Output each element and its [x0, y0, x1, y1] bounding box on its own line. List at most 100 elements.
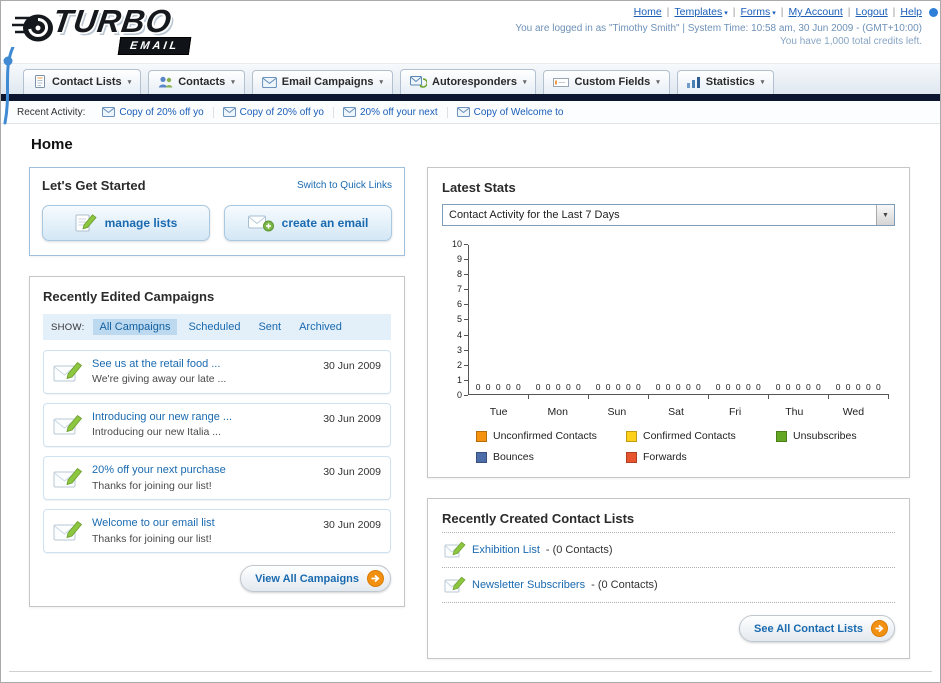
chart-columns: 0 0 0 0 0 0 0 0 0 0 0 0 0 0 0 0 0 0 0 0 0 0 … [469, 245, 889, 399]
legend-item: Bounces [476, 451, 626, 463]
logo: TURBO EMAIL [11, 3, 261, 61]
top-link-templates[interactable]: Templates ▾ [674, 6, 727, 18]
recent-activity-item-label: Copy of 20% off yo [119, 106, 204, 118]
recent-activity-item[interactable]: 20% off your next [334, 106, 448, 118]
separator: | [732, 6, 736, 18]
tab-statistics[interactable]: Statistics ▾ [676, 70, 775, 94]
filter-scheduled[interactable]: Scheduled [181, 319, 247, 335]
y-tick: 5 [457, 315, 468, 324]
legend-swatch [626, 430, 637, 442]
filter-archived[interactable]: Archived [292, 319, 349, 335]
chart-column: 0 0 0 0 0 [709, 245, 769, 399]
chart-column: 0 0 0 0 0 [469, 245, 529, 399]
top-link-label: Templates [674, 6, 723, 18]
campaign-row: Introducing our new range ... Introducing… [43, 403, 391, 448]
stats-period-select[interactable]: Contact Activity for the Last 7 Days ▼ [442, 204, 895, 226]
recent-activity-items: Copy of 20% off yo Copy of 20% off yo 20% … [93, 106, 573, 118]
manage-lists-button[interactable]: manage lists [42, 205, 210, 241]
top-link-my-account[interactable]: My Account [789, 6, 843, 18]
legend-label: Forwards [643, 451, 687, 463]
nav-divider-bar [1, 94, 940, 101]
see-all-contact-lists-button[interactable]: See All Contact Lists [738, 615, 895, 642]
envelope-pencil-icon [53, 467, 83, 490]
y-tick-label: 4 [456, 329, 462, 340]
contact-list-count: - (0 Contacts) [545, 544, 613, 556]
chart-y-axis: 10 9 8 7 6 5 4 3 2 1 0 [442, 240, 468, 400]
y-tick-mark [464, 394, 468, 396]
filter-sent[interactable]: Sent [251, 319, 288, 335]
campaign-date: 30 Jun 2009 [323, 519, 381, 532]
chevron-down-icon: ▾ [379, 79, 383, 86]
top-link-forms[interactable]: Forms ▾ [741, 6, 776, 18]
header-edge-dot [929, 8, 938, 17]
tab-custom-fields[interactable]: Custom Fields ▾ [543, 70, 670, 94]
chevron-down-icon: ▾ [656, 79, 660, 86]
envelope-plus-icon [247, 213, 274, 233]
tab-contacts[interactable]: Contacts ▾ [148, 70, 245, 94]
recent-activity-item[interactable]: Copy of 20% off yo [214, 106, 334, 118]
top-link-home[interactable]: Home [634, 6, 662, 18]
legend-label: Unsubscribes [793, 430, 857, 442]
get-started-title: Let's Get Started [42, 178, 146, 193]
top-link-logout[interactable]: Logout [856, 6, 888, 18]
contact-activity-chart: 10 9 8 7 6 5 4 3 2 1 0 0 0 0 0 00 0 0 0 00 0 0 0 0… [442, 240, 895, 418]
legend-label: Confirmed Contacts [643, 430, 736, 442]
contact-list-link[interactable]: Exhibition List [472, 544, 540, 556]
view-all-campaigns-button[interactable]: View All Campaigns [240, 565, 391, 593]
x-axis-label: Thu [785, 406, 804, 418]
recent-activity-item-label: 20% off your next [359, 106, 438, 118]
y-tick: 0 [457, 390, 468, 400]
tab-label: Custom Fields [574, 76, 651, 88]
envelope-icon [102, 107, 116, 117]
x-axis-label: Wed [842, 406, 865, 418]
y-tick: 4 [456, 329, 468, 340]
campaign-title-link[interactable]: Welcome to our email list [92, 516, 314, 531]
chevron-down-icon: ▾ [231, 79, 235, 86]
top-link-label: My Account [788, 6, 843, 18]
chevron-down-icon: ▾ [127, 78, 132, 86]
chart-values: 0 0 0 0 0 [535, 382, 583, 392]
arrow-circle-icon [367, 570, 384, 588]
y-tick-label: 9 [456, 254, 462, 265]
contact-list-link[interactable]: Newsletter Subscribers [472, 579, 585, 591]
recent-activity-item[interactable]: Copy of Welcome to [448, 107, 573, 118]
tab-email-campaigns[interactable]: Email Campaigns ▾ [251, 70, 393, 94]
contact-list-row: Newsletter Subscribers - (0 Contacts) [442, 568, 895, 603]
recent-activity-item-label: Copy of Welcome to [473, 106, 564, 118]
header-right: Home | Templates ▾ | Forms ▾ | My Account | Logout… [515, 6, 922, 47]
contact-list-count: - (0 Contacts) [591, 579, 658, 591]
header: TURBO EMAIL Home | Templates ▾ | Forms ▾ | My Ac… [1, 1, 940, 125]
contacts-icon [158, 76, 173, 88]
campaign-subtitle: Thanks for joining our list! [92, 479, 212, 492]
recent-activity-item[interactable]: Copy of 20% off yo [93, 106, 214, 118]
campaign-row: Welcome to our email list Thanks for join… [43, 509, 391, 554]
footer-divider [9, 671, 932, 672]
top-link-help[interactable]: Help [900, 6, 922, 18]
campaign-date: 30 Jun 2009 [323, 466, 381, 479]
legend-item: Unconfirmed Contacts [476, 430, 626, 442]
y-tick-label: 10 [451, 239, 462, 249]
switch-quick-links-link[interactable]: Switch to Quick Links [297, 180, 392, 191]
campaign-title-link[interactable]: Introducing our new range ... [92, 410, 314, 425]
chart-values: 0 0 0 0 0 [655, 382, 703, 392]
campaign-title-link[interactable]: See us at the retail food ... [92, 357, 314, 372]
y-tick: 8 [457, 270, 468, 279]
x-axis-label: Sat [668, 406, 684, 418]
edit-pencil-icon [444, 576, 466, 594]
create-email-button[interactable]: create an email [224, 205, 392, 241]
tab-autoresponders[interactable]: Autoresponders ▾ [400, 69, 537, 94]
chevron-down-icon: ▾ [522, 78, 527, 86]
campaign-filter-bar: SHOW: All Campaigns Scheduled Sent Archived [43, 314, 391, 340]
filter-all-campaigns[interactable]: All Campaigns [92, 319, 178, 335]
tab-contact-lists[interactable]: Contact Lists ▾ [23, 69, 142, 94]
y-tick: 1 [456, 374, 468, 385]
x-axis-label: Fri [729, 406, 742, 418]
x-axis-label: Tue [489, 406, 508, 418]
campaign-title-link[interactable]: 20% off your next purchase [92, 463, 314, 478]
statistics-icon [686, 76, 701, 88]
stats-period-value: Contact Activity for the Last 7 Days [449, 209, 620, 221]
arrow-circle-icon [871, 620, 888, 637]
chart-column: 0 0 0 0 0 [649, 245, 709, 399]
y-tick-label: 1 [456, 374, 462, 385]
campaign-row: 20% off your next purchase Thanks for joi… [43, 456, 391, 501]
